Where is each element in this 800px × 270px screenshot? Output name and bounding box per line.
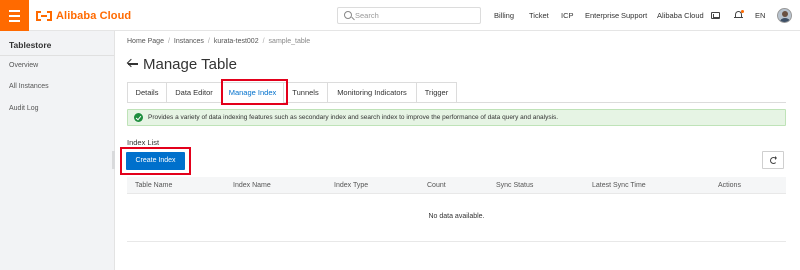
tab-details[interactable]: Details [127,82,167,103]
breadcrumb: Home Page / Instances / kurata-test002/sampl… [127,38,310,45]
breadcrumb-current: sample_table [268,38,311,45]
back-arrow-icon[interactable] [126,56,138,72]
tab-data-editor[interactable]: Data Editor [166,82,222,103]
breadcrumb-separator: / [167,38,170,45]
top-link-billing[interactable]: Billing [494,11,514,20]
top-link-support[interactable]: Support [621,11,647,20]
tab-tunnels[interactable]: Tunnels [283,82,328,103]
index-table-header: Table Name Index Name Index Type Count S… [127,177,786,194]
column-header-index-type: Index Type [334,182,369,189]
sidebar-item-all-instances[interactable]: All Instances [9,83,49,90]
column-header-table-name: Table Name [135,182,173,189]
column-header-sync-status: Sync Status [496,182,534,189]
refresh-icon [770,156,777,164]
avatar[interactable] [777,8,792,23]
top-link-ticket[interactable]: Ticket [529,11,549,20]
logo-text: Alibaba Cloud [56,9,132,22]
top-navigation-bar: Alibaba Cloud Billing Ticket ICP Enterpr… [0,0,800,31]
search-icon [344,11,352,19]
column-header-actions: Actions [718,182,741,189]
logo-mark-icon [36,10,52,21]
tab-monitoring-indicators[interactable]: Monitoring Indicators [327,82,417,103]
sidebar-divider [0,55,114,56]
refresh-button[interactable] [762,151,784,169]
bell-icon[interactable] [734,10,744,20]
sidebar-title: Tablestore [9,40,52,50]
info-notice: Provides a variety of data indexing feat… [127,109,786,126]
empty-state-text: No data available. [428,213,485,220]
top-link-alibaba-cloud[interactable]: Alibaba Cloud [657,11,704,20]
tab-trigger[interactable]: Trigger [416,82,457,103]
sidebar-item-audit-log[interactable]: Audit Log [9,105,39,112]
breadcrumb-separator: / [262,38,265,45]
column-header-index-name: Index Name [233,182,271,189]
index-table-body: No data available. [127,194,786,242]
page-title-text: Manage Table [143,56,237,73]
top-link-enterprise[interactable]: Enterprise [585,11,619,20]
breadcrumb-home[interactable]: Home Page [127,38,164,45]
sidebar-item-overview[interactable]: Overview [9,62,38,69]
info-notice-text: Provides a variety of data indexing feat… [148,114,559,121]
create-index-button[interactable]: Create Index [126,152,185,170]
tab-manage-index[interactable]: Manage Index [221,82,284,103]
menu-icon[interactable] [0,0,29,31]
alibaba-cloud-logo[interactable]: Alibaba Cloud [36,9,131,22]
sidebar: Tablestore Overview All Instances Audit … [0,31,115,270]
sidebar-collapse-handle[interactable] [112,151,115,169]
breadcrumb-instances[interactable]: Instances [174,38,204,45]
breadcrumb-separator: / [207,38,210,45]
breadcrumb-instance[interactable]: kurata-test002 [214,38,259,45]
mail-icon[interactable] [711,12,720,19]
language-switcher[interactable]: EN [755,11,765,20]
column-header-count: Count [427,182,446,189]
index-list-label: Index List [127,138,160,147]
success-check-icon [134,113,143,122]
search-input[interactable] [355,9,475,22]
column-header-latest-sync-time: Latest Sync Time [592,182,646,189]
top-link-icp[interactable]: ICP [561,11,574,20]
search-box[interactable] [337,7,481,24]
